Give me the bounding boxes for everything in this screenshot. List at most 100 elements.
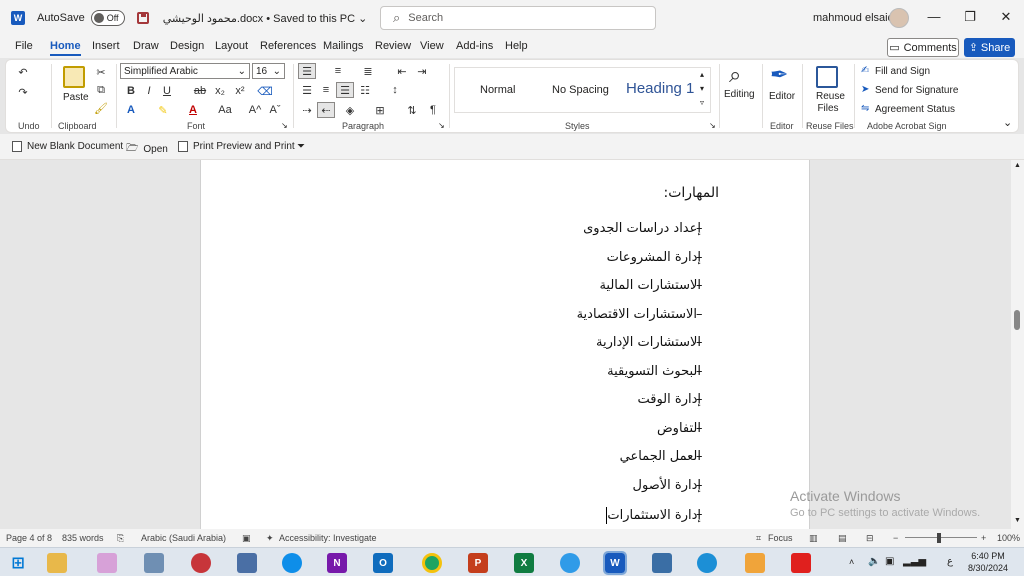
print-layout-icon[interactable]: ▤ (838, 533, 847, 544)
excel-icon[interactable]: X (514, 553, 534, 573)
powerpoint-icon[interactable]: P (468, 553, 488, 573)
format-painter-icon[interactable]: 🖌 (92, 100, 110, 116)
chat-icon[interactable] (560, 553, 580, 573)
document-title[interactable]: محمود الوحيشي.docx • Saved to this PC ⌄ (163, 12, 368, 25)
tab-review[interactable]: Review (375, 40, 411, 52)
redo-icon[interactable]: ↷ (14, 84, 32, 100)
more-styles-icon[interactable]: ▿ (700, 98, 704, 107)
borders-icon[interactable]: ⊞ (371, 102, 389, 118)
word-taskbar-icon[interactable]: W (603, 551, 627, 575)
restore-button[interactable]: ❐ (960, 9, 980, 25)
clock[interactable]: 6:40 PM 8/30/2024 (968, 550, 1008, 574)
tab-layout[interactable]: Layout (215, 40, 248, 52)
dialog-launcher-icon[interactable]: ↘ (281, 121, 288, 130)
fill-sign-button[interactable]: Fill and Sign (875, 66, 930, 77)
proofing-icon[interactable]: ⎘ (117, 533, 124, 544)
tab-view[interactable]: View (420, 40, 444, 52)
zoom-slider[interactable] (905, 537, 977, 538)
open-button[interactable]: 🗁 Open (126, 141, 168, 158)
reuse-files-icon[interactable] (816, 66, 838, 88)
bullets-icon[interactable]: ☰ (298, 63, 316, 79)
windows-start-icon[interactable]: ⊞ (8, 553, 28, 573)
close-button[interactable]: ✕ (996, 9, 1016, 25)
highlight-icon[interactable]: ✎ (154, 102, 172, 118)
subscript-button[interactable]: x₂ (211, 83, 229, 99)
style-heading-1[interactable]: Heading 1 (626, 80, 694, 97)
scrollbar-thumb[interactable] (1014, 310, 1020, 330)
chrome-icon[interactable] (422, 553, 442, 573)
font-size-select[interactable]: 16 ⌄ (252, 63, 285, 79)
read-mode-icon[interactable]: ▥ (809, 533, 818, 544)
decrease-indent-icon[interactable]: ⇤ (393, 63, 411, 79)
search-icon[interactable]: ⌕ (729, 62, 741, 88)
accessibility-status[interactable]: Accessibility: Investigate (279, 533, 377, 543)
shading-icon[interactable]: ◈ (341, 102, 359, 118)
app-icon[interactable] (652, 553, 672, 573)
comments-button[interactable]: ▭ Comments (887, 38, 959, 57)
scroll-down-arrow-icon[interactable]: ▼ (1014, 517, 1021, 524)
copy-icon[interactable]: ⧉ (92, 82, 110, 98)
align-left-icon[interactable]: ☰ (298, 82, 316, 98)
search-input[interactable]: ⌕ Search (380, 6, 656, 30)
editing-label[interactable]: Editing (724, 89, 755, 100)
font-name-select[interactable]: Simplified Arabic ⌄ (120, 63, 250, 79)
onenote-icon[interactable]: N (327, 553, 347, 573)
zoom-level[interactable]: 100% (997, 533, 1020, 543)
app-icon[interactable] (97, 553, 117, 573)
save-icon[interactable] (136, 12, 149, 24)
web-layout-icon[interactable]: ⊟ (866, 533, 874, 544)
font-color-button[interactable]: A (184, 102, 202, 118)
sort-icon[interactable]: ⇅ (403, 102, 421, 118)
dialog-launcher-icon[interactable]: ↘ (438, 121, 445, 130)
superscript-button[interactable]: x² (231, 83, 249, 99)
scroll-down-icon[interactable]: ▾ (700, 84, 704, 93)
line-spacing-icon[interactable]: ↕ (386, 82, 404, 98)
zoom-slider-thumb[interactable] (937, 533, 941, 543)
macro-icon[interactable]: ▣ (242, 533, 251, 544)
file-explorer-icon[interactable] (47, 553, 67, 573)
volume-icon[interactable]: 🔈 (868, 556, 880, 567)
scroll-up-icon[interactable]: ▴ (700, 70, 704, 79)
numbering-icon[interactable]: ≡ (329, 63, 347, 79)
app-icon[interactable] (191, 553, 211, 573)
style-no-spacing[interactable]: No Spacing (552, 84, 609, 96)
collapse-ribbon-icon[interactable]: ⌄ (1003, 116, 1012, 129)
tab-mailings[interactable]: Mailings (323, 40, 363, 52)
tab-references[interactable]: References (260, 40, 316, 52)
paste-label[interactable]: Paste (63, 92, 89, 103)
app-icon[interactable] (144, 553, 164, 573)
clear-formatting-icon[interactable]: ⌫ (256, 83, 274, 99)
underline-button[interactable]: U (158, 83, 176, 99)
share-button[interactable]: ⇪ Share (964, 38, 1015, 57)
tray-chevron-icon[interactable]: ˄ (849, 557, 854, 567)
tab-file[interactable]: File (15, 40, 33, 52)
multilevel-list-icon[interactable]: ≣ (359, 63, 377, 79)
new-blank-document-button[interactable]: New Blank Document (12, 141, 123, 152)
tab-design[interactable]: Design (170, 40, 204, 52)
undo-icon[interactable]: ↶ (14, 64, 32, 80)
strikethrough-button[interactable]: ab (191, 83, 209, 99)
rtl-direction-icon[interactable]: ⇠ (317, 102, 335, 118)
agreement-status-button[interactable]: Agreement Status (875, 104, 955, 115)
text-effects-button[interactable]: A (122, 102, 140, 118)
word-count[interactable]: 835 words (62, 533, 104, 543)
tray-app-icon[interactable]: ▣ (885, 556, 894, 567)
user-name[interactable]: mahmoud elsaid (813, 12, 894, 24)
outlook-icon[interactable]: O (373, 553, 393, 573)
align-center-icon[interactable]: ≡ (317, 82, 335, 98)
app-icon[interactable] (745, 553, 765, 573)
shrink-font-button[interactable]: Aˇ (266, 102, 284, 118)
zoom-in-icon[interactable]: + (981, 533, 986, 543)
italic-button[interactable]: I (140, 83, 158, 99)
grow-font-button[interactable]: A^ (246, 102, 264, 118)
language-indicator[interactable]: Arabic (Saudi Arabia) (141, 533, 226, 543)
editor-pen-icon[interactable]: ✒ (770, 62, 788, 88)
avatar[interactable] (889, 8, 909, 28)
edge-icon[interactable] (697, 553, 717, 573)
send-signature-button[interactable]: Send for Signature (875, 85, 958, 96)
justify-icon[interactable]: ☷ (356, 82, 374, 98)
acrobat-icon[interactable] (791, 553, 811, 573)
reuse-files-label[interactable]: Reuse Files (816, 91, 845, 115)
scroll-up-arrow-icon[interactable]: ▲ (1014, 162, 1021, 169)
tab-insert[interactable]: Insert (92, 40, 120, 52)
